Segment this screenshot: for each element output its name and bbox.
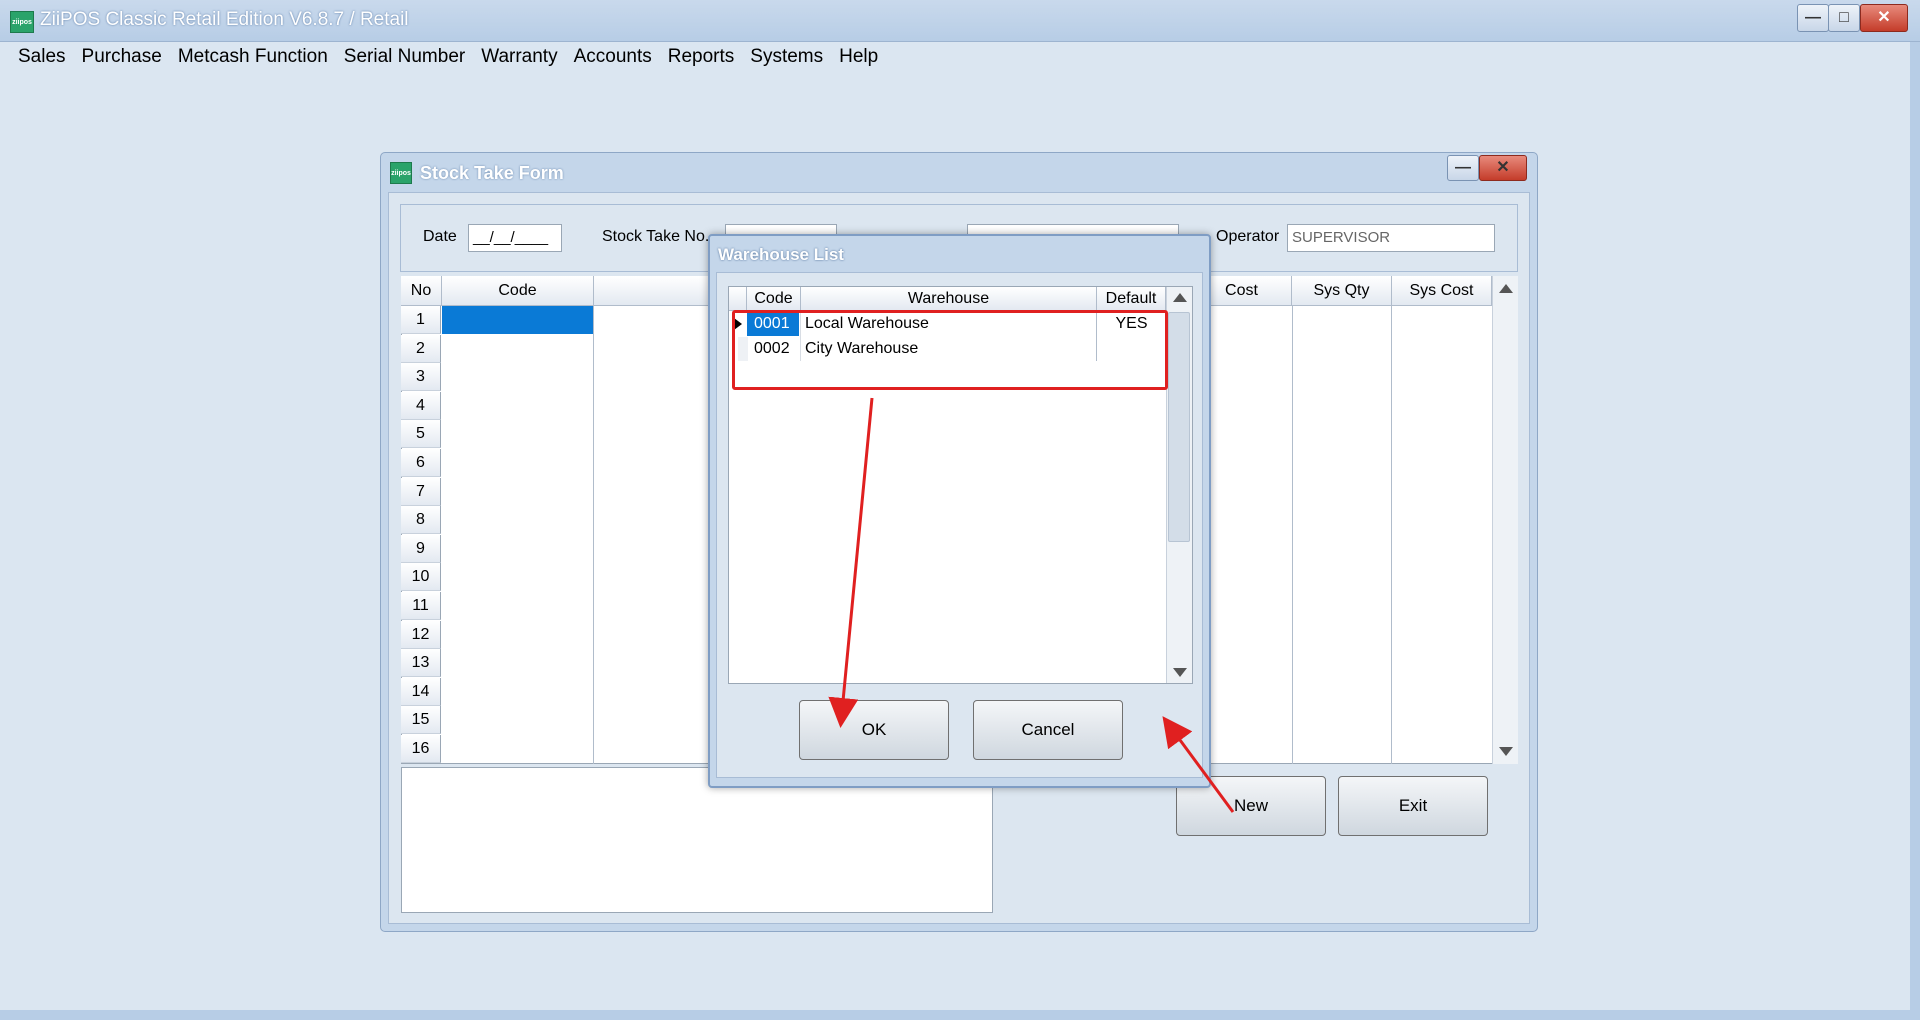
scroll-down-icon[interactable] (1499, 747, 1513, 756)
menu-accounts[interactable]: Accounts (566, 46, 660, 68)
stock-take-no-label: Stock Take No. (602, 228, 710, 245)
close-icon: ✕ (1877, 9, 1891, 26)
column-divider (1292, 306, 1293, 764)
column-divider (1391, 306, 1392, 764)
grid-scrollbar[interactable] (1492, 276, 1518, 764)
menu-serial-number[interactable]: Serial Number (336, 46, 473, 68)
maximize-button[interactable]: □ (1828, 4, 1860, 32)
column-header-code[interactable]: Code (747, 287, 801, 311)
close-icon: ✕ (1496, 159, 1510, 176)
form-logo-icon: ziipos (390, 162, 412, 184)
column-header-sys-qty[interactable]: Sys Qty (1292, 276, 1392, 306)
row-number[interactable]: 5 (401, 420, 441, 449)
window-frame (0, 1010, 1920, 1020)
cancel-button[interactable]: Cancel (973, 700, 1123, 760)
menu-bar: Sales Purchase Metcash Function Serial N… (0, 42, 1920, 72)
app-title: ZiiPOS Classic Retail Edition V6.8.7 / R… (40, 9, 409, 30)
menu-sales[interactable]: Sales (10, 46, 74, 68)
window-frame (1910, 42, 1920, 1020)
column-header-sys-cost[interactable]: Sys Cost (1392, 276, 1492, 306)
minimize-button[interactable]: — (1797, 4, 1829, 32)
scroll-down-icon[interactable] (1173, 668, 1187, 677)
row-number[interactable]: 9 (401, 534, 441, 563)
minimize-icon: — (1805, 9, 1821, 26)
scrollbar-thumb[interactable] (1168, 312, 1190, 542)
date-label: Date (423, 228, 457, 245)
column-header-default[interactable]: Default (1097, 287, 1166, 311)
row-number[interactable]: 7 (401, 477, 441, 506)
row-indicator-header (729, 287, 747, 311)
warehouse-list-title: Warehouse List (718, 245, 844, 264)
ok-button[interactable]: OK (799, 700, 949, 760)
scroll-up-icon[interactable] (1499, 284, 1513, 293)
stock-take-form-title: Stock Take Form (420, 163, 564, 183)
scroll-up-icon[interactable] (1173, 293, 1187, 302)
menu-purchase[interactable]: Purchase (74, 46, 170, 68)
row-number[interactable]: 16 (401, 735, 441, 763)
close-button[interactable]: ✕ (1860, 4, 1908, 32)
menu-metcash-function[interactable]: Metcash Function (170, 46, 336, 68)
column-header-code[interactable]: Code (442, 276, 594, 306)
minimize-icon: — (1455, 159, 1471, 176)
operator-field[interactable]: SUPERVISOR (1287, 224, 1495, 252)
menu-systems[interactable]: Systems (742, 46, 831, 68)
row-number[interactable]: 3 (401, 363, 441, 392)
menu-help[interactable]: Help (831, 46, 886, 68)
column-header-no[interactable]: No (401, 276, 442, 306)
form-close-button[interactable]: ✕ (1479, 155, 1527, 181)
column-divider (593, 306, 594, 764)
form-minimize-button[interactable]: — (1447, 155, 1479, 181)
notes-area[interactable] (401, 767, 993, 913)
row-number[interactable]: 12 (401, 620, 441, 649)
highlight-box (732, 310, 1168, 390)
row-number[interactable]: 13 (401, 649, 441, 678)
row-number[interactable]: 11 (401, 592, 441, 620)
row-number[interactable]: 1 (401, 306, 441, 334)
row-number[interactable]: 6 (401, 449, 441, 477)
exit-button[interactable]: Exit (1338, 776, 1488, 836)
menu-warranty[interactable]: Warranty (473, 46, 565, 68)
operator-label: Operator (1216, 228, 1280, 245)
row-number[interactable]: 8 (401, 506, 441, 535)
menu-reports[interactable]: Reports (660, 46, 743, 68)
row-number[interactable]: 2 (401, 334, 441, 363)
row-number[interactable]: 4 (401, 391, 441, 420)
selected-cell[interactable] (442, 306, 593, 334)
column-header-warehouse[interactable]: Warehouse (801, 287, 1097, 311)
app-logo-icon: ziipos (10, 11, 34, 33)
row-number[interactable]: 15 (401, 706, 441, 735)
row-number[interactable]: 10 (401, 563, 441, 592)
row-number[interactable]: 14 (401, 677, 441, 706)
date-field[interactable]: __/__/____ (468, 224, 562, 252)
maximize-icon: □ (1839, 9, 1849, 26)
